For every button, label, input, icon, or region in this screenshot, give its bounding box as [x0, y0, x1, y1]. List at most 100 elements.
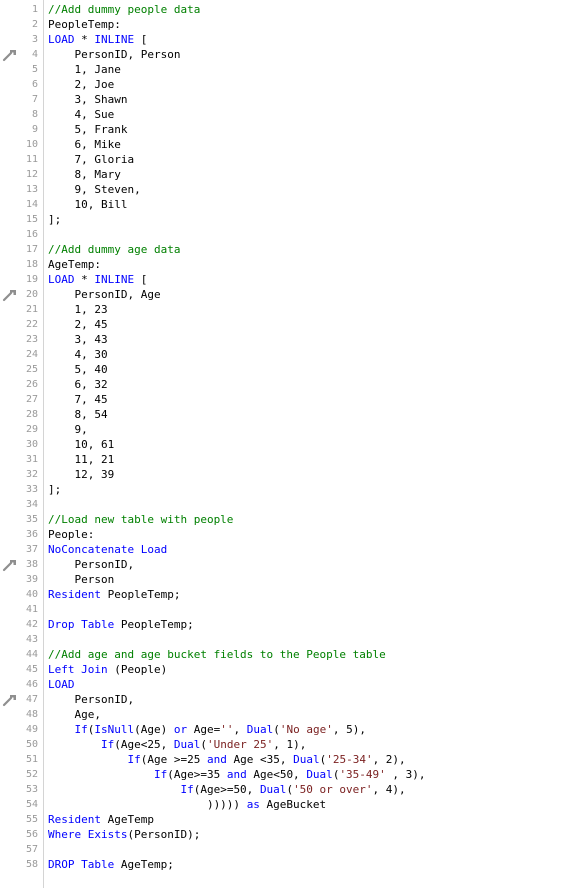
- code-line[interactable]: 1 //Add dummy people data: [0, 2, 571, 17]
- code-token: 6, Mike: [48, 138, 121, 151]
- code-line[interactable]: 15];: [0, 212, 571, 227]
- code-line[interactable]: 33];: [0, 482, 571, 497]
- code-token: *: [74, 273, 95, 286]
- code-line[interactable]: 35 //Load new table with people: [0, 512, 571, 527]
- code-line[interactable]: 3 LOAD * INLINE [: [0, 32, 571, 47]
- line-number: 58: [25, 859, 38, 870]
- keyword-token: If: [180, 783, 194, 796]
- code-text: 9, Steven,: [48, 182, 140, 197]
- code-token: Age=: [187, 723, 221, 736]
- line-number: 40: [25, 589, 38, 600]
- code-line[interactable]: 40 Resident PeopleTemp;: [0, 587, 571, 602]
- code-line[interactable]: 31 11, 21: [0, 452, 571, 467]
- code-text: If(Age<25, Dual('Under 25', 1),: [48, 737, 306, 752]
- code-line[interactable]: 26 6, 32: [0, 377, 571, 392]
- code-text: Resident PeopleTemp;: [48, 587, 180, 602]
- code-line[interactable]: 53 If(Age>=50, Dual('50 or over', 4),: [0, 782, 571, 797]
- code-line[interactable]: 50 If(Age<25, Dual('Under 25', 1),: [0, 737, 571, 752]
- code-line[interactable]: 54 ))))) as AgeBucket: [0, 797, 571, 812]
- code-line[interactable]: 44 //Add age and age bucket fields to the…: [0, 647, 571, 662]
- line-number: 4: [31, 49, 38, 60]
- script-editor[interactable]: 1 //Add dummy people data 2 PeopleTemp: 3 LO…: [0, 0, 571, 888]
- line-number: 54: [25, 799, 38, 810]
- code-line[interactable]: 34: [0, 497, 571, 512]
- line-number: 6: [31, 79, 38, 90]
- code-line[interactable]: 2 PeopleTemp:: [0, 17, 571, 62]
- code-line[interactable]: 45 Left Join (People): [0, 662, 571, 707]
- code-line[interactable]: 51 If(Age >=25 and Age <35, Dual('25-34'…: [0, 752, 571, 767]
- code-line[interactable]: 57: [0, 842, 571, 857]
- code-line[interactable]: 24 4, 30: [0, 347, 571, 362]
- code-line[interactable]: 58 DROP Table AgeTemp;: [0, 857, 571, 872]
- code-token: PeopleTemp:: [48, 18, 121, 31]
- code-line[interactable]: 7 3, Shawn: [0, 92, 571, 107]
- code-text: //Load new table with people: [48, 512, 233, 527]
- code-token: 7, Gloria: [48, 153, 135, 166]
- keyword-token: Resident: [48, 813, 101, 826]
- code-line[interactable]: 30 10, 61: [0, 437, 571, 452]
- line-number: 23: [25, 334, 38, 345]
- code-text: Where Exists(PersonID);: [48, 827, 200, 842]
- code-line[interactable]: 23 3, 43: [0, 332, 571, 347]
- code-line[interactable]: 48 Age,: [0, 707, 571, 722]
- code-line[interactable]: 4 PersonID, Person: [0, 47, 571, 62]
- code-line[interactable]: 29 9,: [0, 422, 571, 437]
- code-line[interactable]: 25 5, 40: [0, 362, 571, 377]
- code-token: 9,: [48, 423, 88, 436]
- code-line[interactable]: 21 1, 23: [0, 302, 571, 317]
- line-number: 12: [25, 169, 38, 180]
- line-number: 10: [25, 139, 38, 150]
- code-text: 2, Joe: [48, 77, 114, 92]
- code-text: 7, 45: [48, 392, 108, 407]
- code-line[interactable]: 9 5, Frank: [0, 122, 571, 137]
- code-line[interactable]: 36 People:: [0, 527, 571, 572]
- code-line[interactable]: 18 AgeTemp:: [0, 257, 571, 302]
- code-area[interactable]: 1 //Add dummy people data 2 PeopleTemp: 3 LO…: [0, 2, 571, 872]
- code-line[interactable]: 12 8, Mary: [0, 167, 571, 182]
- code-token: 7, 45: [48, 393, 108, 406]
- code-line[interactable]: 37 NoConcatenate Load: [0, 542, 571, 557]
- code-line[interactable]: 56 Where Exists(PersonID);: [0, 827, 571, 842]
- line-number: 1: [31, 4, 38, 15]
- code-token: ,: [233, 723, 247, 736]
- code-line[interactable]: 20 PersonID, Age: [0, 287, 571, 302]
- code-line[interactable]: 39 Person: [0, 572, 571, 587]
- code-line[interactable]: 17 //Add dummy age data: [0, 242, 571, 257]
- code-text: If(Age>=35 and Age<50, Dual('35-49' , 3)…: [48, 767, 426, 782]
- line-number: 43: [25, 634, 38, 645]
- code-token: PeopleTemp;: [100, 588, 181, 601]
- code-line[interactable]: 11 7, Gloria: [0, 152, 571, 167]
- code-line[interactable]: 52 If(Age>=35 and Age<50, Dual('35-49' ,…: [0, 767, 571, 782]
- code-line[interactable]: 47 PersonID,: [0, 692, 571, 707]
- line-number: 22: [25, 319, 38, 330]
- code-line[interactable]: 42 Drop Table PeopleTemp;: [0, 617, 571, 632]
- code-token: 1, Jane: [48, 63, 121, 76]
- code-token: (Age>=50,: [193, 783, 260, 796]
- code-line[interactable]: 43: [0, 632, 571, 647]
- keyword-token: Dual: [246, 723, 274, 736]
- code-line[interactable]: 27 7, 45: [0, 392, 571, 407]
- line-number: 52: [25, 769, 38, 780]
- code-line[interactable]: 41: [0, 602, 571, 617]
- code-line[interactable]: 46 LOAD: [0, 677, 571, 692]
- code-line[interactable]: 10 6, Mike: [0, 137, 571, 152]
- code-line[interactable]: 38 PersonID,: [0, 557, 571, 572]
- code-line[interactable]: 13 9, Steven,: [0, 182, 571, 197]
- code-line[interactable]: 5 1, Jane: [0, 62, 571, 77]
- code-line[interactable]: 28 8, 54: [0, 407, 571, 422]
- code-line[interactable]: 14 10, Bill: [0, 197, 571, 212]
- code-token: , 2),: [372, 753, 406, 766]
- code-line[interactable]: 19 LOAD * INLINE [: [0, 272, 571, 287]
- code-line[interactable]: 16: [0, 227, 571, 242]
- code-text: 12, 39: [48, 467, 114, 482]
- keyword-token: LOAD: [48, 273, 75, 286]
- code-line[interactable]: 22 2, 45: [0, 317, 571, 332]
- code-token: 4, Sue: [48, 108, 115, 121]
- code-line[interactable]: 49 If(IsNull(Age) or Age='', Dual('No ag…: [0, 722, 571, 737]
- line-number: 41: [25, 604, 38, 615]
- code-line[interactable]: 32 12, 39: [0, 467, 571, 482]
- code-token: 3, 43: [48, 333, 108, 346]
- code-line[interactable]: 55 Resident AgeTemp: [0, 812, 571, 827]
- code-line[interactable]: 6 2, Joe: [0, 77, 571, 92]
- code-line[interactable]: 8 4, Sue: [0, 107, 571, 122]
